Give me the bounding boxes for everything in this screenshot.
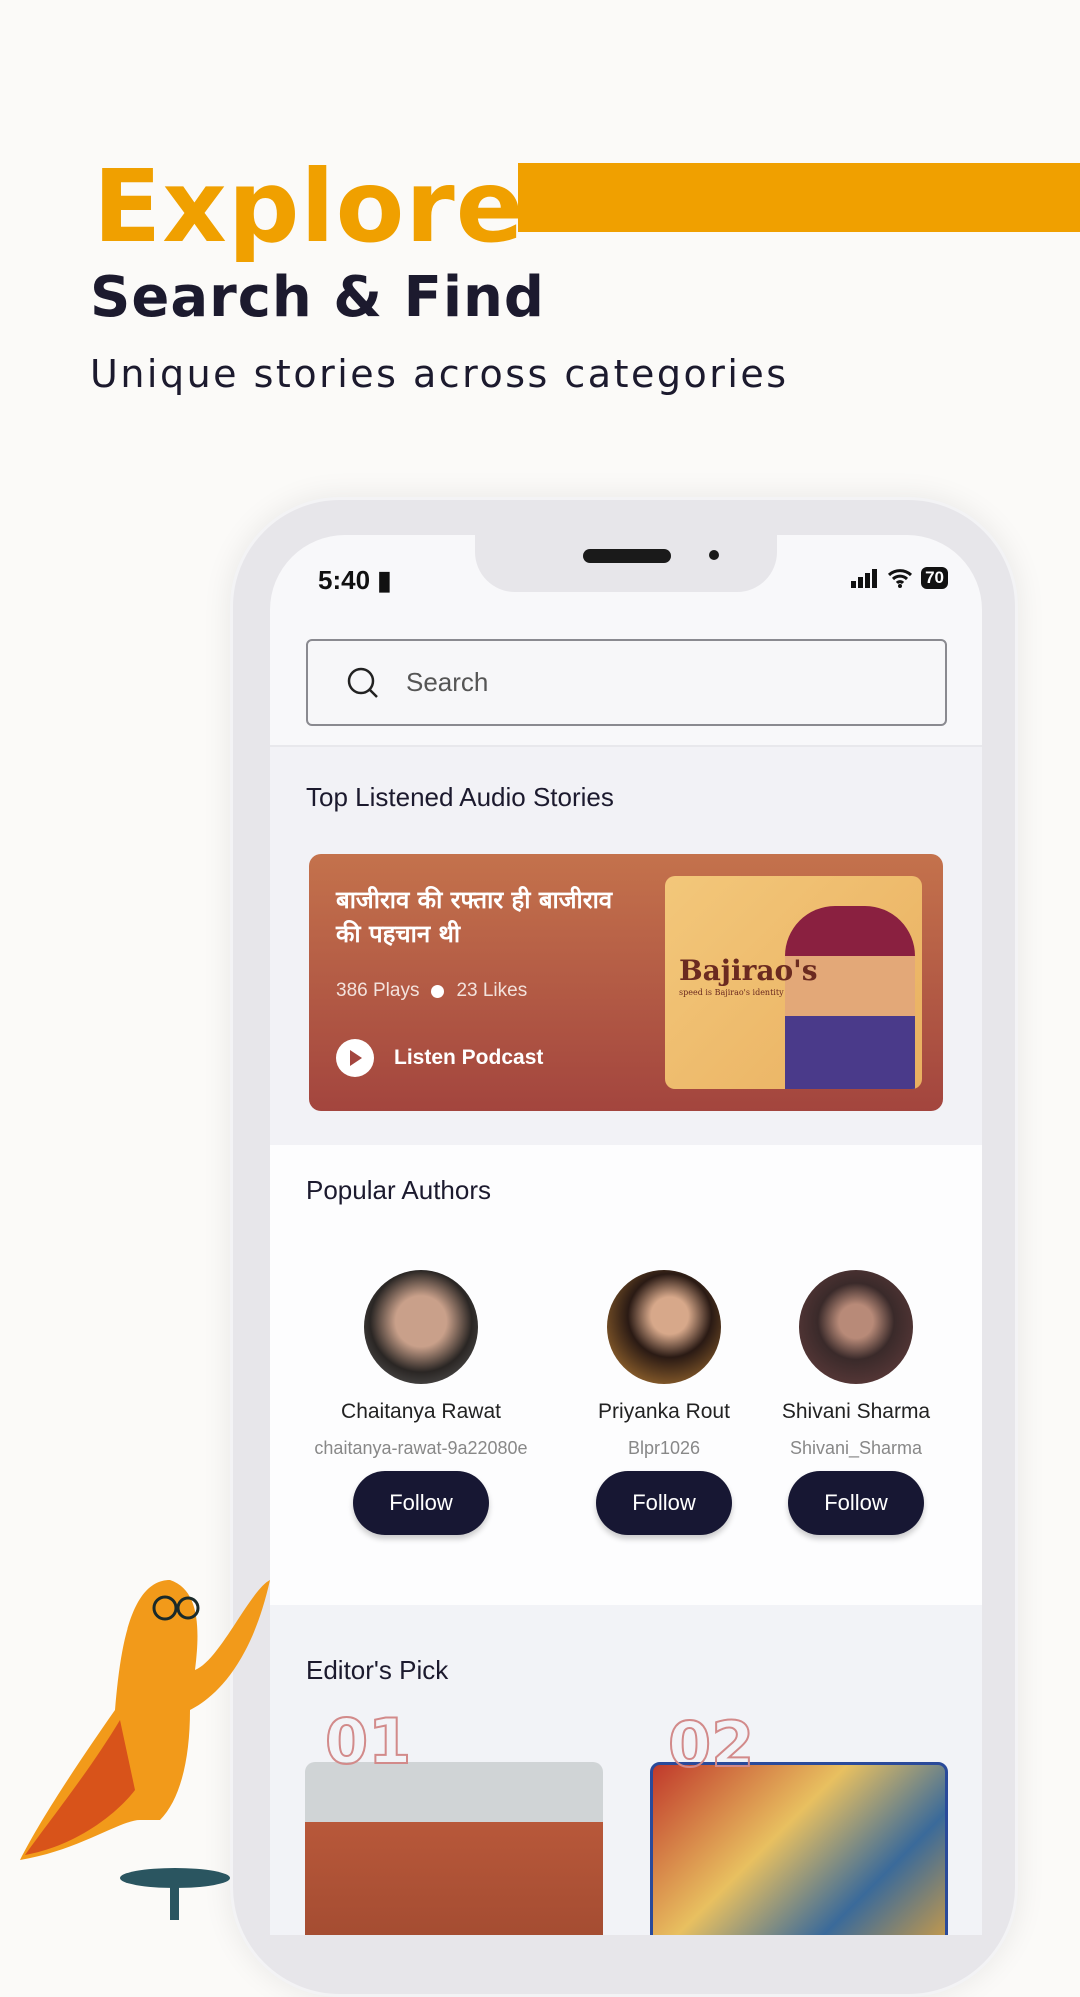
search-placeholder: Search xyxy=(406,667,489,697)
author-handle: chaitanya-rawat-9a22080e xyxy=(314,1438,528,1458)
bird-mascot-illustration xyxy=(20,1580,270,1920)
editors-pick-section: Editor's Pick 01 02 xyxy=(270,1605,982,1935)
cover-figure xyxy=(785,906,915,1089)
author-card: Chaitanya Rawat chaitanya-rawat-9a22080e… xyxy=(311,1270,531,1535)
story-card[interactable]: बाजीराव की रफ्तार ही बाजीराव की पहचान थी… xyxy=(309,854,943,1111)
search-input[interactable]: Search xyxy=(306,639,947,726)
top-stories-section: Top Listened Audio Stories बाजीराव की रफ… xyxy=(270,745,982,1145)
listen-podcast-button[interactable]: Listen Podcast xyxy=(336,1039,543,1077)
time-text: 5:40 xyxy=(318,565,371,595)
story-title: बाजीराव की रफ्तार ही बाजीराव की पहचान थी xyxy=(336,886,613,948)
hero-description: Unique stories across categories xyxy=(90,352,789,396)
notch xyxy=(475,535,777,592)
follow-button[interactable]: Follow xyxy=(353,1471,489,1535)
id-card-icon: ▮ xyxy=(377,565,392,595)
cover-subtitle: speed is Bajirao's identity xyxy=(679,988,784,997)
status-icons: 70 xyxy=(851,567,948,589)
author-name: Chaitanya Rawat xyxy=(341,1400,501,1423)
section-title: Top Listened Audio Stories xyxy=(306,782,614,812)
rank-number: 02 xyxy=(667,1707,755,1782)
likes-count: 23 Likes xyxy=(456,980,528,1001)
status-time: 5:40 ▮ xyxy=(318,565,392,596)
play-icon xyxy=(336,1039,374,1077)
separator-dot xyxy=(431,984,445,998)
author-handle: Blpr1026 xyxy=(627,1438,701,1458)
rank-number: 01 xyxy=(324,1704,412,1779)
editors-pick-card[interactable] xyxy=(650,1762,948,1935)
story-stats: 386 Plays 23 Likes xyxy=(336,980,527,1002)
search-icon xyxy=(347,667,378,698)
section-title: Editor's Pick xyxy=(306,1655,449,1685)
story-cover-image: Bajirao's speed is Bajirao's identity xyxy=(665,876,922,1089)
follow-button[interactable]: Follow xyxy=(596,1471,732,1535)
speaker xyxy=(583,549,671,563)
section-title: Popular Authors xyxy=(306,1175,492,1205)
listen-label: Listen Podcast xyxy=(394,1046,544,1069)
avatar[interactable] xyxy=(364,1270,478,1384)
phone-screen: 5:40 ▮ 70 Search Top Listened Audio Stor… xyxy=(270,535,982,1935)
author-card: Priyanka Rout Blpr1026 Follow xyxy=(554,1270,774,1535)
camera xyxy=(709,550,719,560)
avatar[interactable] xyxy=(799,1270,913,1384)
author-name: Shivani Sharma xyxy=(781,1400,931,1423)
author-name: Priyanka Rout xyxy=(598,1400,730,1423)
cover-title: Bajirao's xyxy=(679,954,818,987)
follow-button[interactable]: Follow xyxy=(788,1471,924,1535)
battery-icon: 70 xyxy=(921,567,948,589)
editors-pick-card[interactable] xyxy=(305,1762,603,1935)
wifi-icon xyxy=(888,569,913,588)
hero-title: Explore xyxy=(93,148,525,265)
author-handle: Shivani_Sharma xyxy=(789,1438,923,1458)
avatar[interactable] xyxy=(607,1270,721,1384)
popular-authors-section: Popular Authors Chaitanya Rawat chaitany… xyxy=(270,1145,982,1605)
hero-accent-bar xyxy=(518,163,1080,232)
author-card: Shivani Sharma Shivani_Sharma Follow xyxy=(746,1270,966,1535)
hero-subtitle: Search & Find xyxy=(90,265,546,330)
signal-icon xyxy=(851,569,878,588)
plays-count: 386 Plays xyxy=(336,980,420,1001)
